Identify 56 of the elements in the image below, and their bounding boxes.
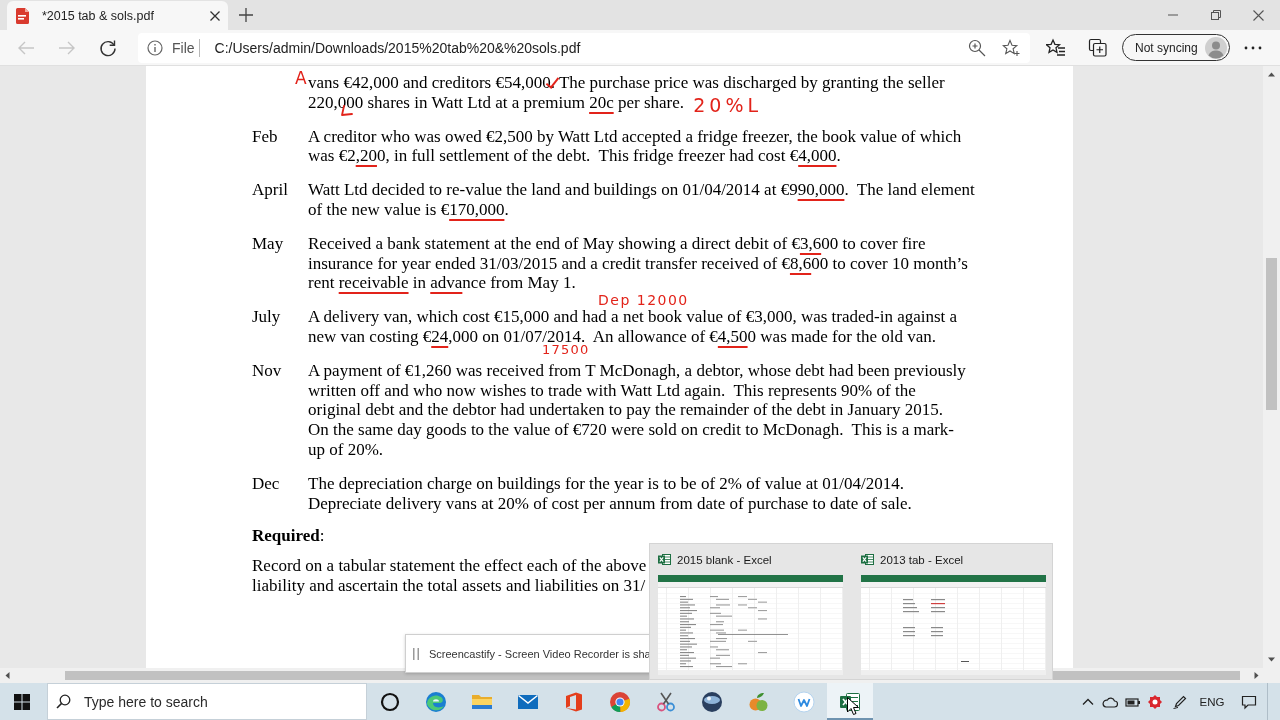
spreadsheet-window-drawing[interactable] bbox=[658, 575, 843, 675]
month-label: Dec bbox=[252, 473, 281, 495]
paragraph: A creditor who was owed €2,500 by Watt Ltd accepted a fridge freezer, the book value of which was €2,200, in full settlement of the debt. This fridge freezer had cost €4,000. bbox=[308, 126, 962, 167]
tray-app-icon[interactable] bbox=[1147, 693, 1163, 710]
handwritten-note: Dep 12000 bbox=[598, 292, 689, 308]
paragraph: Record on a tabular statement the effect each of the above liability and ascertain the total assets and liabilities on 31/ bbox=[252, 556, 647, 596]
paragraph: Watt Ltd decided to re-value the land and buildings on 01/04/2014 at €990,000. The land element of the new value is €170,000. bbox=[308, 180, 975, 220]
mouse-pointer-icon bbox=[847, 697, 859, 715]
star-list-icon[interactable] bbox=[1046, 37, 1066, 58]
month-label: Nov bbox=[252, 360, 283, 382]
pen-icon[interactable] bbox=[1171, 693, 1188, 710]
sphere-icon bbox=[701, 690, 723, 713]
month-label: April bbox=[252, 180, 289, 202]
language-indicator[interactable]: ENG bbox=[1193, 683, 1231, 720]
taskbar-button[interactable] bbox=[827, 683, 873, 720]
star-plus-icon[interactable] bbox=[1002, 38, 1020, 57]
window-title[interactable]: 2015 blank - Excel bbox=[677, 553, 772, 566]
browser-tab[interactable]: *2015 tab & sols.pdf bbox=[7, 1, 228, 30]
info-icon[interactable] bbox=[147, 39, 163, 56]
ring-icon bbox=[379, 690, 401, 713]
speech-bubble-icon[interactable] bbox=[1241, 693, 1257, 710]
paragraph: The depreciation charge on buildings for the year is to be of 2% of value at 01/04/2014. Depreciate delivery vans at 20% of cost per annum from date of purchase to date of sale. bbox=[308, 473, 912, 514]
circle-logo-icon bbox=[793, 690, 815, 713]
close-icon[interactable] bbox=[210, 10, 220, 21]
profile-button[interactable]: Not syncing bbox=[1122, 34, 1230, 61]
month-label: Feb bbox=[252, 126, 279, 148]
scissors-icon bbox=[655, 690, 677, 713]
restore-icon[interactable] bbox=[1210, 10, 1221, 20]
bracket-logo-icon bbox=[563, 690, 585, 713]
plus-icon[interactable] bbox=[239, 8, 253, 22]
fruit-icon bbox=[747, 690, 769, 713]
spreadsheet-icon bbox=[861, 553, 874, 566]
scheme-label[interactable]: File bbox=[172, 39, 195, 56]
avatar-icon bbox=[1204, 36, 1227, 59]
close-icon[interactable] bbox=[1253, 9, 1264, 21]
handwritten-note: A bbox=[295, 68, 307, 88]
squares-plus-icon[interactable] bbox=[1088, 37, 1108, 58]
window-title[interactable]: 2013 tab - Excel bbox=[880, 553, 964, 566]
section-heading: Required: bbox=[252, 526, 325, 547]
url-text: C:/Users/admin/Downloads/2015%20tab%20&%20sols.pdf bbox=[214, 39, 581, 56]
spreadsheet-icon bbox=[658, 553, 671, 566]
paragraph: A payment of €1,260 was received from T McDonagh, a debtor, whose debt had been previously written off and who now wishes to trade with Watt Ltd again. This represents 90% of the original debt and the debtor had undertaken to pay the remainder of the debt in January 2015. On the same day goods to the value of €720 were sold on credit to McDonagh. This is a mark- up of 20%. bbox=[308, 360, 966, 460]
swirl-icon bbox=[425, 690, 447, 713]
start-icon[interactable] bbox=[14, 693, 30, 710]
scrollbar-thumb[interactable] bbox=[1266, 258, 1277, 410]
tricolor-circle-icon bbox=[609, 690, 631, 713]
spreadsheet-window-drawing[interactable] bbox=[861, 575, 1046, 675]
search-field[interactable]: Type here to search bbox=[47, 683, 367, 720]
drag-handle-icon[interactable] bbox=[413, 647, 419, 660]
month-label: May bbox=[252, 233, 285, 255]
document-icon bbox=[15, 7, 29, 24]
address-bar[interactable]: File C:/Users/admin/Downloads/2015%20tab%20&%20sols.pdf bbox=[138, 32, 1030, 63]
paragraph: Received a bank statement at the end of May showing a direct debit of €3,600 to cover fire insurance for year ended 31/03/2015 and a credit transfer received of €8,600 to cover 10 month’s rent receivable in advance from May 1. bbox=[308, 233, 968, 294]
month-label: July bbox=[252, 307, 282, 329]
search-icon bbox=[56, 694, 71, 709]
zoom-in-icon[interactable] bbox=[968, 38, 986, 57]
